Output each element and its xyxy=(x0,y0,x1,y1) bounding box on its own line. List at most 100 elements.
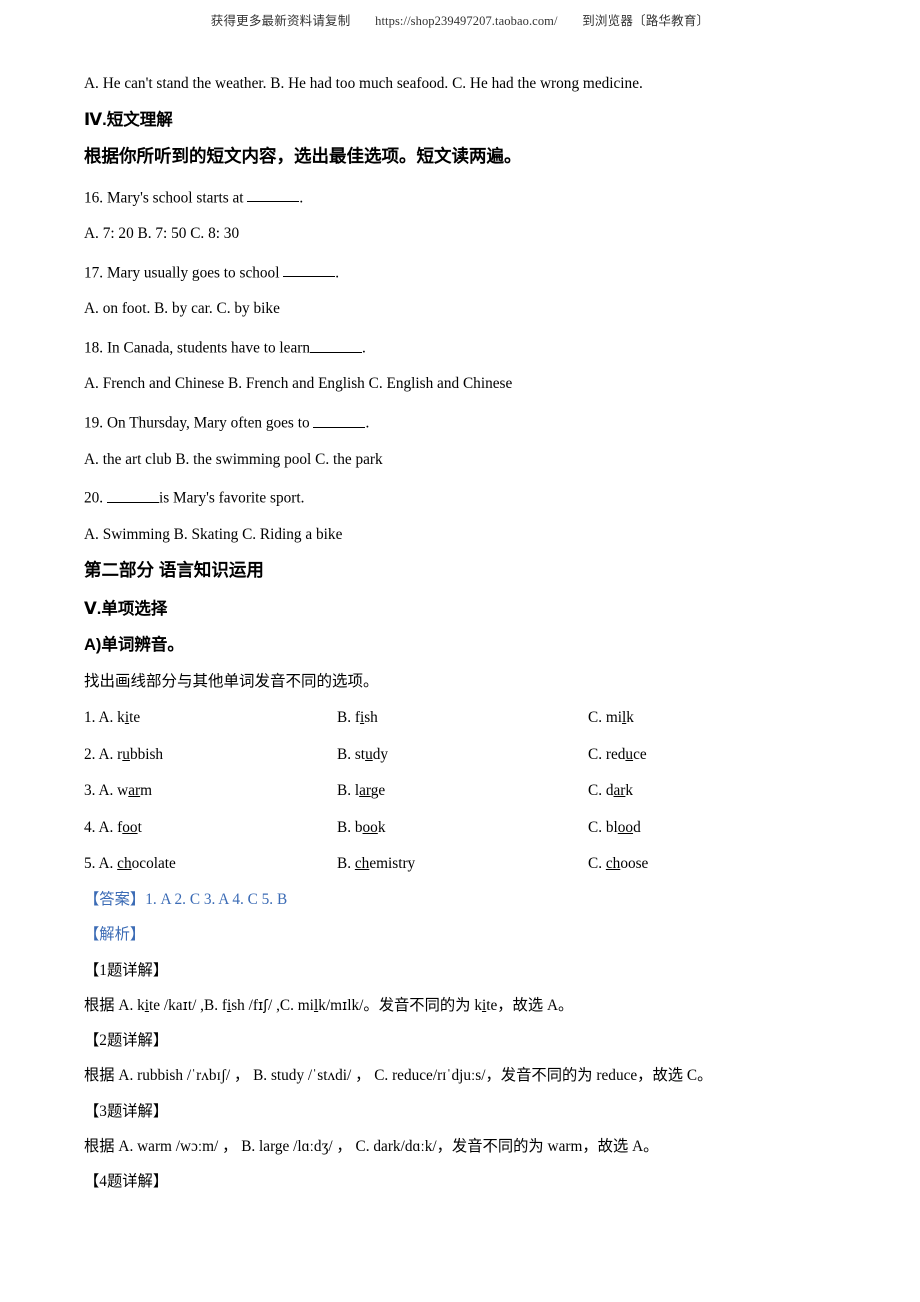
part-2-heading: 第二部分 语言知识运用 xyxy=(84,560,264,581)
option-b: B. fish xyxy=(337,709,378,727)
document-content: A. He can't stand the weather. B. He had… xyxy=(84,76,844,1210)
option-label: B. xyxy=(337,818,352,836)
option-c: C. dark xyxy=(588,782,633,800)
underlined-letters: oo xyxy=(122,818,138,836)
section-5-heading: Ⅴ.单项选择 xyxy=(84,599,168,618)
word-post: k xyxy=(625,782,634,800)
word-pre: d xyxy=(605,782,614,800)
underlined-letters: ch xyxy=(354,855,370,873)
option-label: A. xyxy=(98,745,114,763)
explanation-3-body: 根据 A. warm /wɔːm/ ， B. large /lɑːdʒ/ ， C… xyxy=(84,1138,659,1155)
section-4-heading: Ⅳ.短文理解 xyxy=(84,110,173,129)
exp-text: te，故选 A。 xyxy=(486,996,574,1014)
option-b: B. large xyxy=(337,782,385,800)
option-label: C. xyxy=(588,782,603,800)
word-pre: w xyxy=(117,782,129,800)
underlined-letters: ch xyxy=(117,855,132,873)
question-text: In Canada, students have to learn xyxy=(106,339,310,357)
analysis-label: 【解析】 xyxy=(84,926,146,944)
question-20-stem: 20. is Mary's favorite sport. xyxy=(84,487,844,506)
explanation-4-heading: 【4题详解】 xyxy=(84,1173,169,1191)
word-pre: mi xyxy=(605,709,623,727)
answer-blank xyxy=(310,337,362,353)
exp-text: t/ ,B. f xyxy=(187,996,227,1014)
option-c: C. blood xyxy=(588,819,641,837)
option-a: 1. A. kite xyxy=(84,709,140,727)
question-number: 20. xyxy=(84,489,104,507)
question-20-options: A. Swimming B. Skating C. Riding a bike xyxy=(84,525,343,543)
underlined-letters: ar xyxy=(613,782,626,800)
option-label: A. xyxy=(98,782,114,800)
item-number: 4. xyxy=(84,818,96,836)
exp-text: lk/。发音不同的为 k xyxy=(347,996,482,1014)
option-label: B. xyxy=(337,745,352,763)
word-post: k xyxy=(377,818,386,836)
phonetics-instruction: 找出画线部分与其他单词发音不同的选项。 xyxy=(84,672,379,690)
question-period: . xyxy=(335,264,340,282)
word-post: sh xyxy=(364,709,378,727)
question-text: Mary usually goes to school xyxy=(106,264,280,282)
question-16-options: A. 7: 20 B. 7: 50 C. 8: 30 xyxy=(84,225,240,243)
answer-blank xyxy=(247,187,300,203)
word-post: dy xyxy=(372,745,389,763)
watermark-suffix: 到浏览器〔路华教育〕 xyxy=(582,14,710,28)
underlined-letters: u xyxy=(365,745,373,763)
underlined-letters: ch xyxy=(605,855,621,873)
underlined-letters: oo xyxy=(617,818,634,836)
word-post: ce xyxy=(633,745,647,763)
phonetics-item-2: 2. A. rubbish B. study C. reduce xyxy=(84,745,844,764)
answer-key-line: 【答案】1. A 2. C 3. A 4. C 5. B xyxy=(84,892,844,907)
word-pre: st xyxy=(354,745,366,763)
exp-text: / ,C. mi xyxy=(268,996,314,1014)
exp-text: te /ka xyxy=(149,996,183,1014)
explanation-3-heading: 【3题详解】 xyxy=(84,1102,169,1120)
option-b: B. book xyxy=(337,819,385,837)
underlined-letters: u xyxy=(122,745,130,763)
option-a: 5. A. chocolate xyxy=(84,855,176,873)
word-post: emistry xyxy=(369,855,416,873)
word-post: m xyxy=(140,782,153,800)
previous-question-options: A. He can't stand the weather. B. He had… xyxy=(84,75,643,92)
answer-blank xyxy=(106,487,159,503)
question-18-stem: 18. In Canada, students have to learn. xyxy=(84,337,844,356)
underlined-letters: ar xyxy=(359,782,371,800)
option-c: C. reduce xyxy=(588,746,647,764)
word-post: d xyxy=(633,818,641,836)
ipa-symbol: ɪʃ xyxy=(257,997,269,1014)
word-pre: k xyxy=(117,709,125,727)
question-period: . xyxy=(299,189,304,207)
word-post: oose xyxy=(620,855,649,873)
phonetics-item-5: 5. A. chocolate B. chemistry C. choose xyxy=(84,855,844,873)
answer-key-label: 【答案】 xyxy=(84,890,146,908)
question-19-stem: 19. On Thursday, Mary often goes to . xyxy=(84,412,844,431)
option-b: B. study xyxy=(337,746,388,764)
option-c: C. choose xyxy=(588,855,648,873)
option-b: B. chemistry xyxy=(337,855,415,873)
option-label: C. xyxy=(588,855,603,873)
section-4-instruction: 根据你所听到的短文内容，选出最佳选项。短文读两遍。 xyxy=(84,146,522,167)
exp-text: sh /f xyxy=(231,996,258,1014)
explanation-2-heading: 【2题详解】 xyxy=(84,1032,169,1050)
word-post: bbish xyxy=(129,745,164,763)
answer-blank xyxy=(283,262,336,278)
question-text: is Mary's favorite sport. xyxy=(158,489,305,507)
option-a: 3. A. warm xyxy=(84,782,152,800)
question-17-options: A. on foot. B. by car. C. by bike xyxy=(84,300,280,318)
underlined-letters: oo xyxy=(362,818,378,836)
word-pre: red xyxy=(605,745,626,763)
explanation-1-body: 根据 A. kite /kaɪt/ ,B. fish /fɪʃ/ ,C. mil… xyxy=(84,998,844,1013)
option-label: B. xyxy=(337,855,352,873)
watermark-url: https://shop239497207.taobao.com/ xyxy=(375,14,558,28)
question-text: On Thursday, Mary often goes to xyxy=(106,414,310,432)
subsection-a-heading: A)单词辨音。 xyxy=(84,636,184,655)
underlined-letters: ar xyxy=(128,782,141,800)
option-label: B. xyxy=(337,709,352,727)
question-number: 17. xyxy=(84,264,104,282)
question-number: 19. xyxy=(84,414,104,432)
exp-prefix: 根据 A. k xyxy=(84,996,145,1014)
option-label: A. xyxy=(98,855,114,873)
option-c: C. milk xyxy=(588,709,634,727)
question-text: Mary's school starts at xyxy=(106,189,244,207)
option-label: A. xyxy=(98,818,114,836)
question-number: 18. xyxy=(84,339,104,357)
